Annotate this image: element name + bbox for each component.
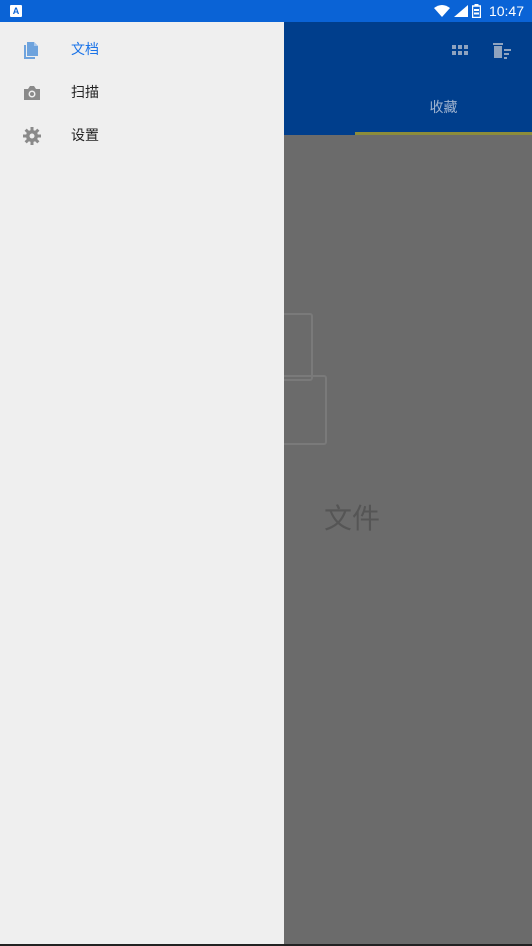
navigation-drawer: 文档 扫描 设置 [0, 22, 284, 944]
camera-icon [24, 86, 40, 100]
drawer-item-settings[interactable]: 设置 [0, 115, 284, 158]
grid-view-icon[interactable] [449, 40, 471, 62]
signal-icon [453, 5, 468, 17]
drawer-item-label: 扫描 [71, 85, 99, 101]
status-icons: 10:47 [433, 0, 524, 22]
drawer-item-documents[interactable]: 文档 [0, 29, 284, 72]
notification-icon: A [10, 5, 22, 17]
tab-favorites[interactable]: 收藏 [355, 94, 532, 132]
status-bar: A 10:47 [0, 0, 532, 22]
drawer-item-label: 文档 [71, 42, 99, 58]
battery-icon [471, 4, 481, 18]
drawer-item-label: 设置 [71, 128, 99, 144]
delete-sort-icon[interactable] [491, 40, 513, 62]
clock: 10:47 [488, 3, 524, 19]
document-icon [24, 42, 38, 59]
gear-icon [23, 127, 41, 145]
drawer-item-scan[interactable]: 扫描 [0, 72, 284, 115]
wifi-icon [433, 5, 450, 17]
